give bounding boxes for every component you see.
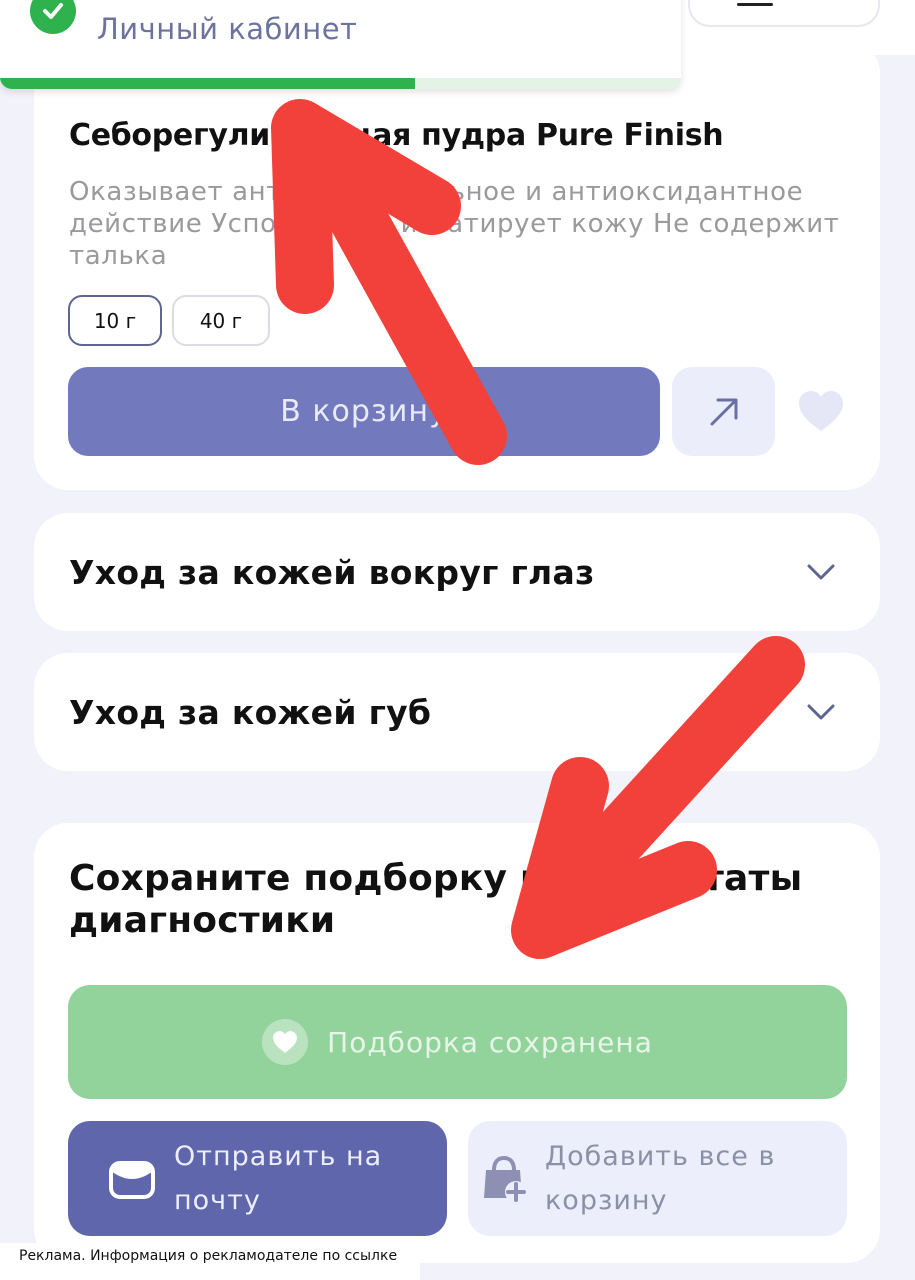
envelope-icon [109,1161,155,1199]
open-product-button[interactable] [672,367,775,456]
save-section-title: Сохраните подборку и результаты диагност… [69,858,803,941]
toast-notification[interactable]: Личный кабинет [0,0,681,89]
add-all-to-cart-label: Добавить все в корзину [545,1141,776,1216]
heart-icon[interactable] [797,389,845,433]
product-description: Оказывает антибактериальное и антиоксида… [69,177,840,271]
ad-notice[interactable]: Реклама. Информация о рекламодателе по с… [0,1243,420,1280]
toast-progress-bar [0,78,416,89]
bag-plus-icon [484,1155,527,1203]
check-circle-icon [30,0,76,34]
send-to-email-label: Отправить на почту [174,1141,383,1216]
heart-icon [273,1031,298,1053]
arrow-up-right-icon [710,398,737,425]
chevron-down-icon[interactable] [806,702,836,722]
heart-badge [262,1019,309,1065]
accordion-title: Уход за кожей вокруг глаз [69,553,595,592]
chevron-down-icon[interactable] [806,562,836,582]
add-to-cart-button[interactable]: В корзину [68,367,660,456]
size-option-10g[interactable]: 10 г [68,295,162,346]
toast-message: Личный кабинет [97,12,358,46]
accordion-title: Уход за кожей губ [69,693,432,732]
size-option-40g[interactable]: 40 г [172,295,270,346]
send-to-email-button[interactable]: Отправить на почту [68,1121,447,1236]
menu-button[interactable] [688,0,880,27]
toast-progress-track [0,78,681,89]
menu-icon [737,3,773,6]
add-all-to-cart-button[interactable]: Добавить все в корзину [468,1121,847,1236]
selection-saved-label: Подборка сохранена [327,1025,653,1059]
product-title: Себорегулирующая пудра Pure Finish [69,118,724,153]
selection-saved-button[interactable]: Подборка сохранена [68,985,847,1099]
